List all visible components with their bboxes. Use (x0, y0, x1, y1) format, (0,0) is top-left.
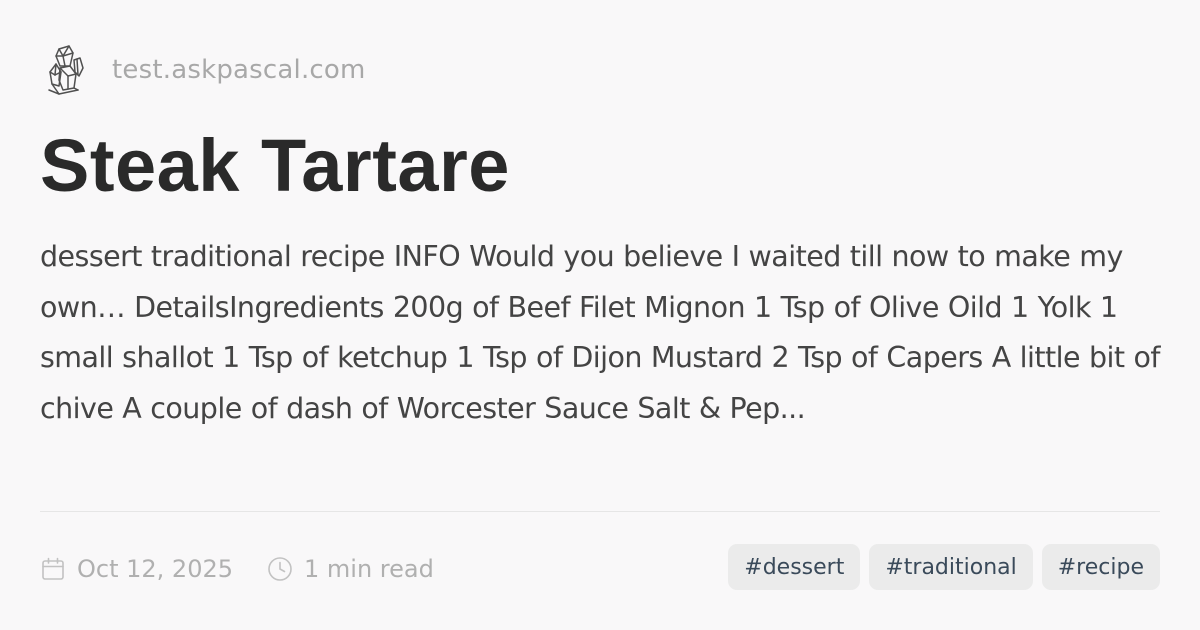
page-title: Steak Tartare (40, 124, 510, 207)
post-meta: Oct 12, 2025 1 min read (40, 548, 434, 590)
crystal-icon (46, 42, 86, 98)
calendar-icon (40, 556, 66, 582)
tag-traditional[interactable]: #traditional (869, 544, 1033, 590)
tag-dessert[interactable]: #dessert (728, 544, 861, 590)
tag-recipe[interactable]: #recipe (1041, 544, 1160, 590)
read-time-text: 1 min read (304, 555, 434, 583)
site-header: test.askpascal.com (46, 42, 366, 98)
post-date-text: Oct 12, 2025 (77, 555, 233, 583)
site-domain[interactable]: test.askpascal.com (112, 55, 366, 85)
tag-list: #dessert #traditional #recipe (719, 544, 1160, 590)
clock-icon (267, 556, 293, 582)
divider (40, 511, 1160, 512)
post-date: Oct 12, 2025 (40, 555, 233, 583)
post-excerpt: dessert traditional recipe INFO Would yo… (40, 240, 1160, 425)
read-time: 1 min read (267, 555, 434, 583)
